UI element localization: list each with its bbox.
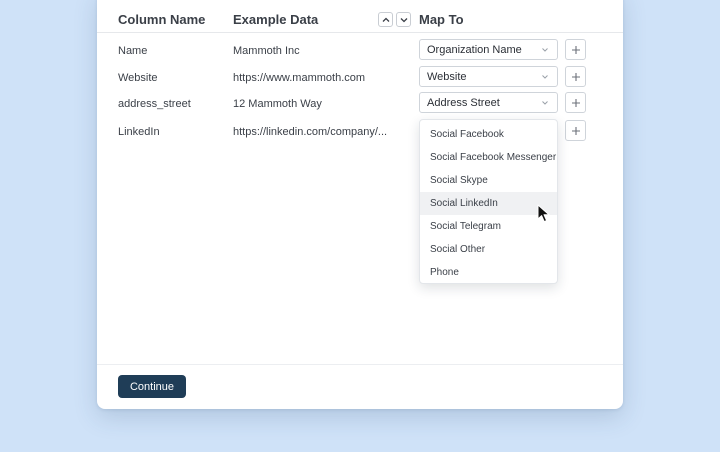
add-mapping-button[interactable]: [565, 66, 586, 87]
chevron-down-icon: [400, 17, 407, 22]
dropdown-option[interactable]: Social Facebook Messenger: [420, 146, 557, 169]
dropdown-option[interactable]: Social Skype: [420, 169, 557, 192]
option-label: Social Other: [430, 244, 486, 255]
map-to-select[interactable]: Organization Name: [419, 39, 558, 60]
example-data-cell: https://www.mammoth.com: [233, 72, 366, 84]
example-data-header: Example Data: [233, 12, 319, 27]
chevron-down-icon: [542, 101, 548, 105]
chevron-down-icon: [542, 48, 548, 52]
map-to-value: Website: [427, 71, 467, 83]
dialog-footer: Continue: [97, 364, 623, 409]
example-data-cell: https://linkedin.com/company/...: [233, 126, 388, 138]
mouse-pointer-icon: [537, 204, 550, 223]
sort-up-button[interactable]: [378, 12, 393, 27]
example-data-cell: Mammoth Inc: [233, 45, 300, 57]
option-label: Social Facebook: [430, 129, 504, 140]
plus-icon: [571, 45, 580, 54]
option-label: Social Telegram: [430, 221, 501, 232]
map-to-dropdown-menu: Social Facebook Social Facebook Messenge…: [419, 119, 558, 284]
map-to-select[interactable]: Address Street: [419, 92, 558, 113]
map-to-value: Organization Name: [427, 44, 522, 56]
add-mapping-button[interactable]: [565, 120, 586, 141]
plus-icon: [571, 126, 580, 135]
dropdown-option[interactable]: Phone: [420, 261, 557, 284]
chevron-down-icon: [542, 75, 548, 79]
map-to-value: Address Street: [427, 97, 500, 109]
chevron-up-icon: [382, 17, 389, 22]
column-name-cell: LinkedIn: [118, 126, 160, 138]
plus-icon: [571, 98, 580, 107]
map-to-select[interactable]: Website: [419, 66, 558, 87]
column-name-cell: Website: [118, 72, 158, 84]
plus-icon: [571, 72, 580, 81]
example-data-cell: 12 Mammoth Way: [233, 98, 322, 110]
add-mapping-button[interactable]: [565, 39, 586, 60]
option-label: Social LinkedIn: [430, 198, 498, 209]
option-label: Social Skype: [430, 175, 488, 186]
add-mapping-button[interactable]: [565, 92, 586, 113]
continue-button[interactable]: Continue: [118, 375, 186, 398]
table-row: Website https://www.mammoth.com Website: [97, 66, 623, 92]
option-label: Phone: [430, 267, 459, 278]
dropdown-option[interactable]: Social Other: [420, 238, 557, 261]
column-name-header: Column Name: [118, 12, 206, 27]
table-header: Column Name Example Data Map To: [97, 0, 623, 33]
table-row: Name Mammoth Inc Organization Name: [97, 39, 623, 65]
table-row: address_street 12 Mammoth Way Address St…: [97, 92, 623, 118]
sort-down-button[interactable]: [396, 12, 411, 27]
column-name-cell: address_street: [118, 98, 191, 110]
column-name-cell: Name: [118, 45, 148, 57]
dropdown-option[interactable]: Social Facebook: [420, 123, 557, 146]
map-to-header: Map To: [419, 12, 464, 27]
option-label: Social Facebook Messenger: [430, 152, 557, 163]
